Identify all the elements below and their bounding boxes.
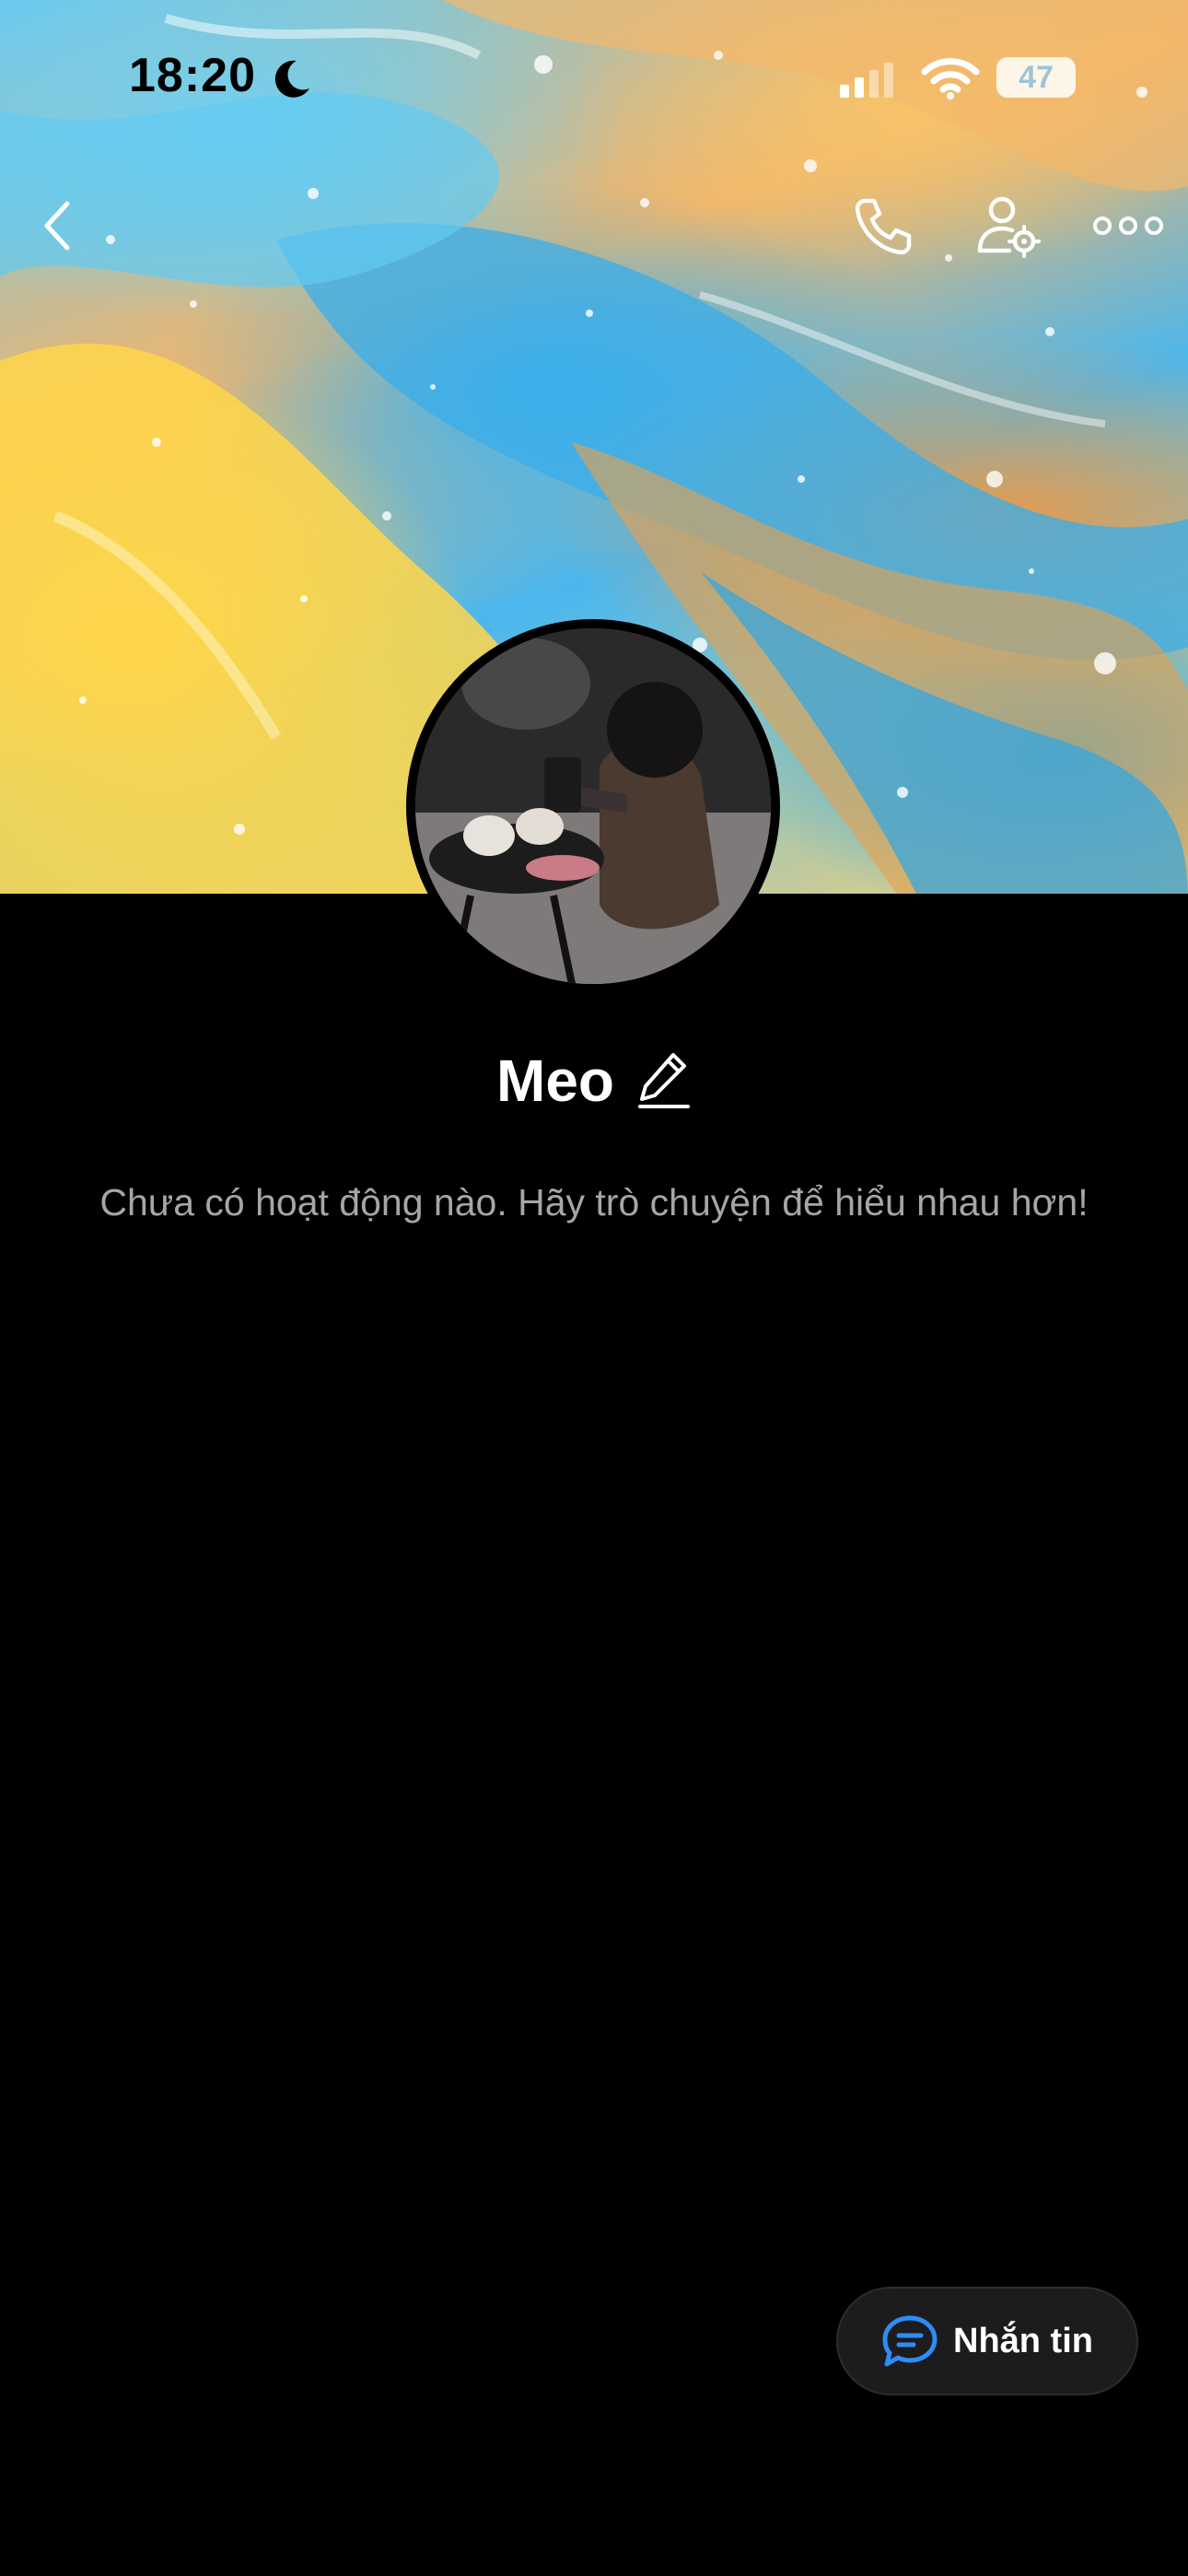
back-button[interactable] <box>17 184 99 267</box>
empty-activity-message: Chưa có hoạt động nào. Hãy trò chuyện để… <box>99 1181 1089 1224</box>
status-bar: 18:20 47 <box>0 0 1188 157</box>
moon-icon <box>274 60 309 98</box>
wifi-icon <box>921 58 980 100</box>
phone-icon <box>855 198 912 255</box>
more-button[interactable] <box>1087 184 1170 267</box>
status-time: 18:20 <box>129 49 256 102</box>
profile-settings-button[interactable] <box>967 184 1050 267</box>
more-dots-icon <box>1093 217 1163 235</box>
chevron-left-icon <box>44 201 70 251</box>
avatar-photo <box>415 628 771 984</box>
battery-indicator: 47 <box>996 57 1076 98</box>
call-button[interactable] <box>843 184 926 267</box>
pencil-icon <box>638 1053 690 1108</box>
message-button-label: Nhắn tin <box>953 2321 1093 2360</box>
profile-name-row: Meo <box>0 1039 1188 1122</box>
avatar[interactable] <box>406 619 780 993</box>
message-button[interactable]: Nhắn tin <box>836 2287 1138 2395</box>
cellular-signal-icon <box>840 63 893 98</box>
profile-name: Meo <box>496 1048 614 1114</box>
chat-bubble-icon <box>882 2315 938 2367</box>
user-gear-icon <box>977 196 1041 258</box>
edit-name-button[interactable] <box>636 1048 692 1113</box>
